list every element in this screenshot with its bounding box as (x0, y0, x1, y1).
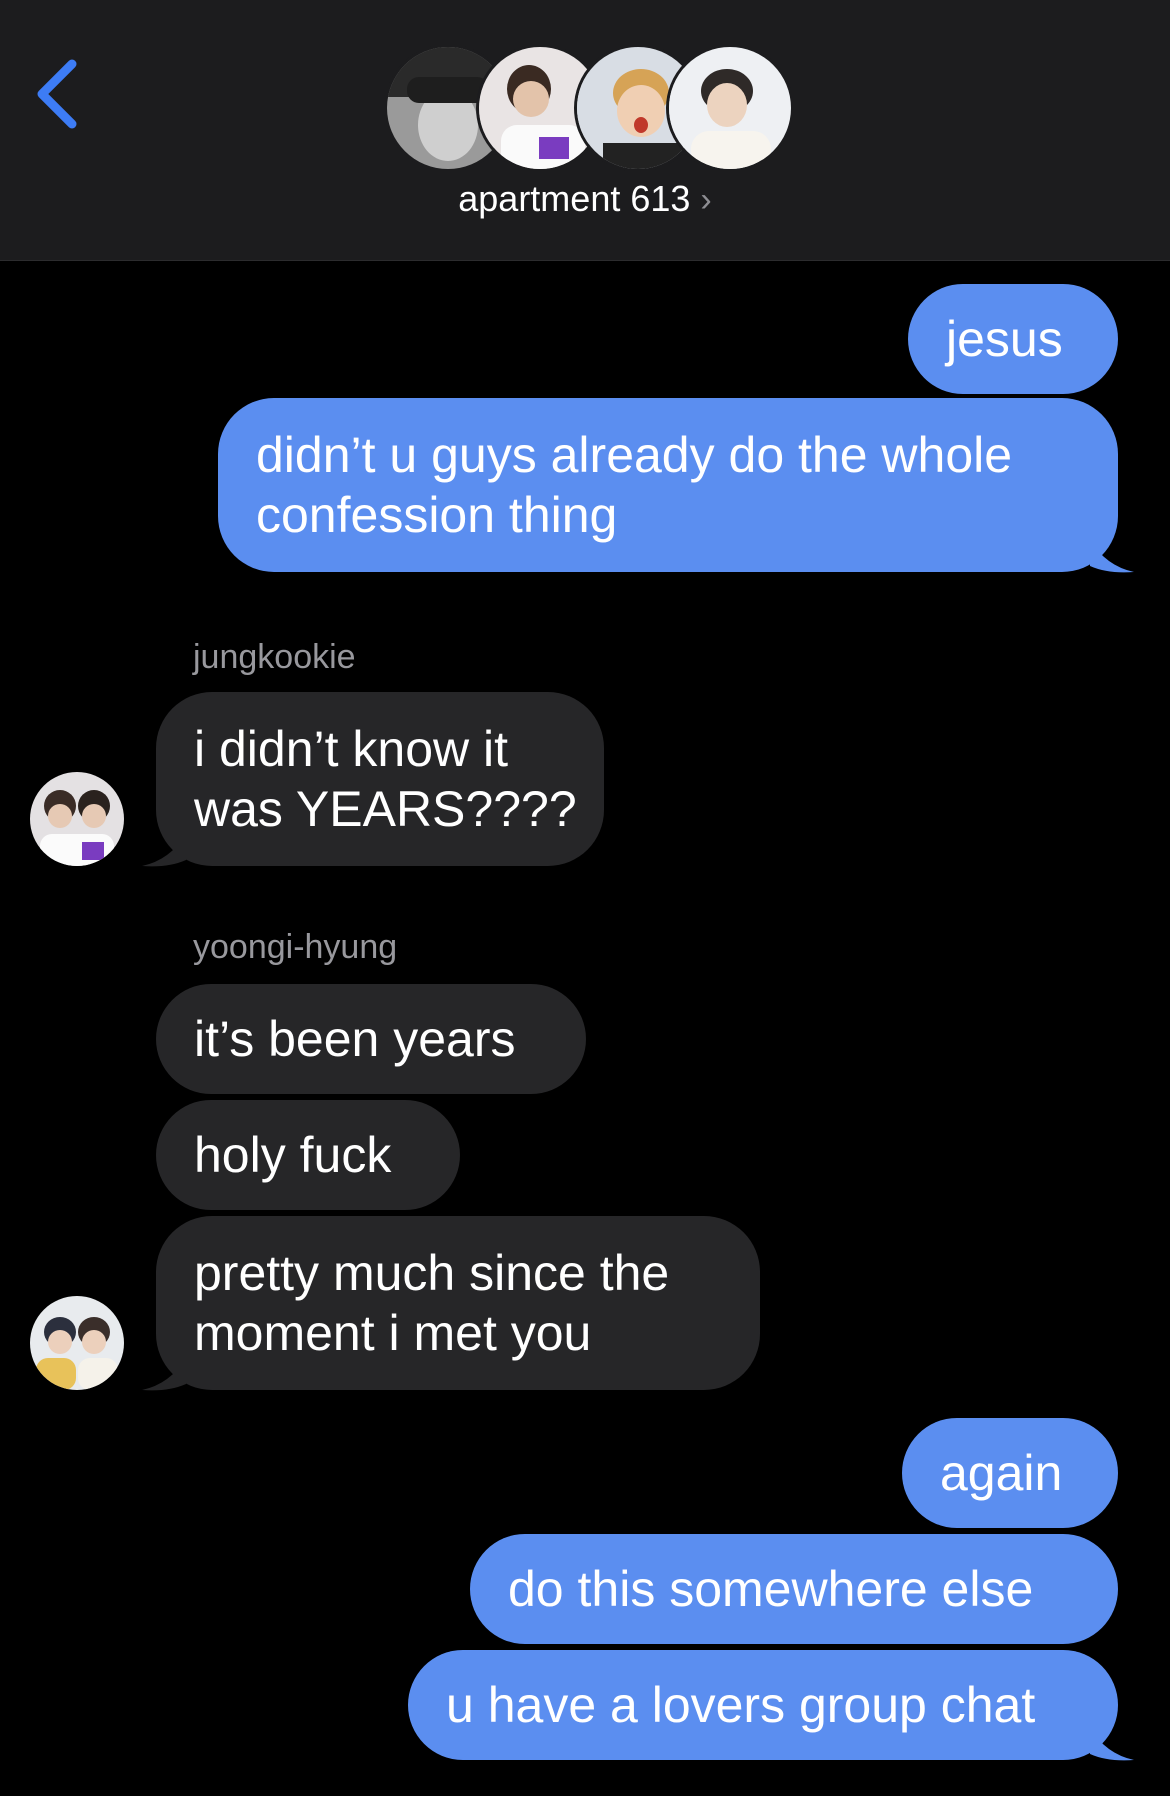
message-text: was YEARS???? (194, 781, 577, 837)
group-avatars[interactable] (384, 44, 794, 172)
message-text: i didn’t know it (194, 721, 509, 777)
bubble-tail (1090, 1728, 1134, 1761)
conversation-title-text: apartment 613 (458, 178, 691, 219)
message-text: didn’t u guys already do the whole (256, 427, 1013, 483)
contact-avatar[interactable] (30, 772, 124, 866)
message-text: do this somewhere else (508, 1561, 1034, 1617)
message-text: jesus (946, 311, 1063, 367)
message-bubble-outgoing[interactable]: u have a lovers group chat (408, 1650, 1118, 1760)
chevron-right-icon: › (700, 181, 712, 219)
bubble-tail (142, 1358, 186, 1391)
bubble-tail (142, 834, 186, 867)
message-bubble-outgoing[interactable]: didn’t u guys already do the whole confe… (218, 398, 1118, 572)
bubble-tail (1090, 540, 1134, 573)
message-text: again (940, 1445, 1063, 1501)
message-bubble-incoming[interactable]: i didn’t know it was YEARS???? (156, 692, 604, 866)
contact-avatar[interactable] (30, 1296, 124, 1390)
message-bubble-outgoing[interactable]: again (902, 1418, 1118, 1528)
avatar (666, 44, 794, 172)
message-text: pretty much since the (194, 1245, 670, 1301)
conversation-title[interactable]: apartment 613 › (0, 178, 1170, 220)
sender-name: jungkookie (193, 638, 356, 676)
message-text: holy fuck (194, 1127, 392, 1183)
sender-name: yoongi-hyung (193, 928, 398, 966)
message-text: confession thing (256, 487, 618, 543)
message-text: moment i met you (194, 1305, 592, 1361)
message-bubble-incoming[interactable]: pretty much since the moment i met you (156, 1216, 760, 1390)
message-bubble-incoming[interactable]: it’s been years (156, 984, 586, 1094)
message-bubble-incoming[interactable]: holy fuck (156, 1100, 460, 1210)
message-bubble-outgoing[interactable]: jesus (908, 284, 1118, 394)
message-text: u have a lovers group chat (446, 1677, 1036, 1733)
back-button[interactable] (30, 54, 90, 134)
message-bubble-outgoing[interactable]: do this somewhere else (470, 1534, 1118, 1644)
chevron-left-icon (37, 59, 77, 129)
conversation-header: apartment 613 › (0, 0, 1170, 261)
message-text: it’s been years (194, 1011, 516, 1067)
